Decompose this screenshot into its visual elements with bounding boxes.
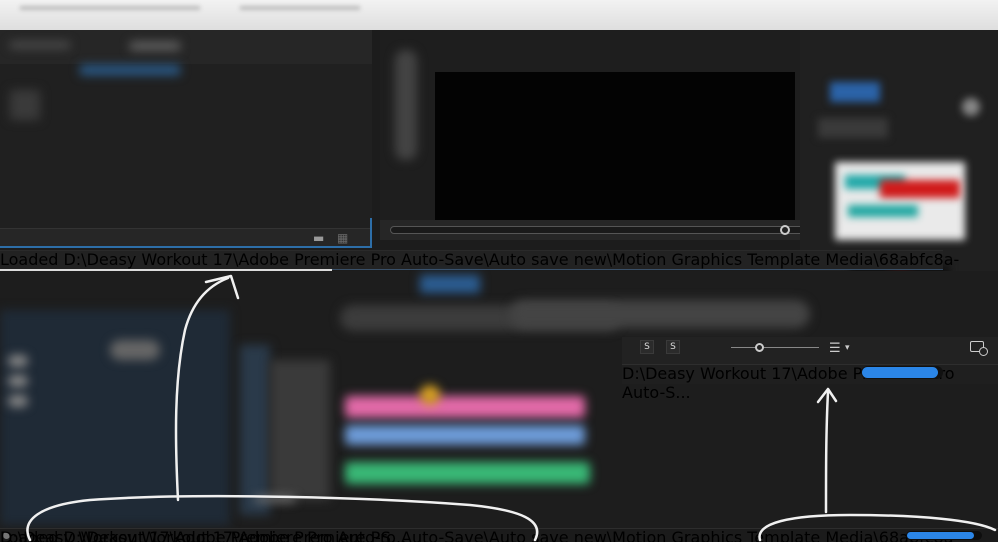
thumb-1-stripe-teal-2 <box>848 205 918 217</box>
blurred-tab <box>10 42 70 48</box>
timeline-clip-blue[interactable] <box>345 425 585 445</box>
solo-button-1[interactable]: S <box>640 340 654 354</box>
chevron-down-icon[interactable]: ▾ <box>845 344 850 353</box>
project-panel[interactable] <box>0 30 372 248</box>
solo-button-2[interactable]: S <box>666 340 680 354</box>
blurred-track-headers <box>270 360 330 500</box>
video-preview[interactable] <box>435 72 795 220</box>
title-bar-text-blur <box>240 6 360 10</box>
blurred-transport <box>510 300 810 328</box>
blurred-item <box>10 90 40 120</box>
title-bar <box>0 0 998 30</box>
premiere-window: ▬ ▦ Loaded D:\Deasy Workout 17\Adobe Pre… <box>0 0 998 542</box>
blurred-tab <box>130 42 180 50</box>
blurred-row <box>8 355 28 367</box>
title-bar-text-blur <box>20 6 200 10</box>
thumb-1-stripe-red <box>880 180 960 198</box>
status-divider <box>332 269 943 270</box>
blurred-track-headers <box>240 345 270 515</box>
timeline-clip-pink[interactable] <box>345 396 585 418</box>
zoom-slider-track[interactable] <box>731 347 819 348</box>
blurred-button <box>830 82 880 102</box>
blurred-row <box>8 395 28 407</box>
blurred-row <box>818 118 888 138</box>
blurred-row <box>8 375 28 387</box>
status-bottom-progress-fill <box>907 532 974 539</box>
blurred-buttons <box>110 340 160 360</box>
blurred-icon <box>962 98 980 116</box>
timeline-clip-green[interactable] <box>345 462 590 484</box>
new-item-icon[interactable] <box>970 341 988 356</box>
hamburger-menu-icon[interactable]: ☰ <box>829 342 841 355</box>
blurred-search <box>80 65 180 75</box>
zoom-slider-knob[interactable] <box>755 343 764 352</box>
folder-icon[interactable]: ▬ <box>313 232 327 244</box>
blurred-tab <box>420 275 480 293</box>
essential-progress-fill <box>862 367 938 378</box>
playhead-knob[interactable] <box>780 225 790 235</box>
blurred-tool-column <box>395 50 417 160</box>
timeline-marker <box>420 385 440 405</box>
status-bottom-right-text: D:\Deasy Workout 17\Adobe Premiere Pro A… <box>0 528 407 542</box>
trash-icon[interactable]: ▦ <box>337 232 349 244</box>
template-thumb-1[interactable] <box>835 162 965 240</box>
master-label-blur <box>255 496 295 502</box>
